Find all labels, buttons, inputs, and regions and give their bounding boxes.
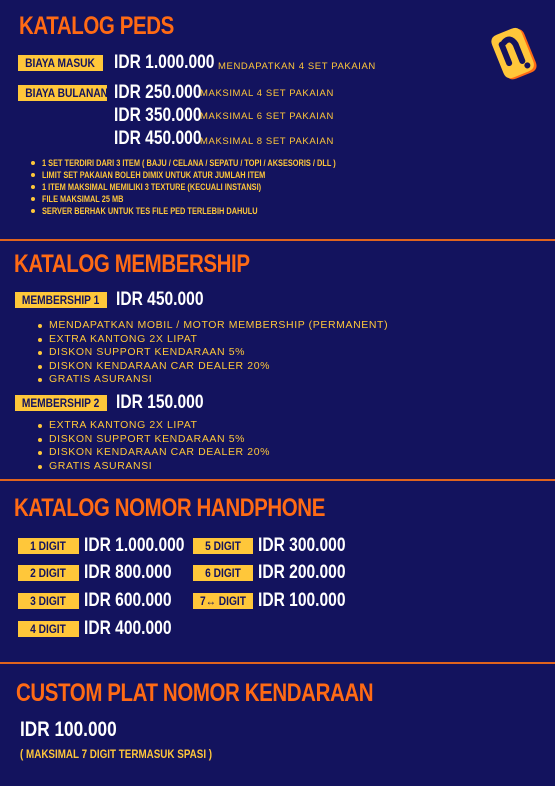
phone-title: KATALOG NOMOR HANDPHONE bbox=[14, 494, 325, 522]
list-item: EXTRA KANTONG 2X LIPAT bbox=[38, 419, 270, 433]
phone-4-digit-badge: 4 DIGIT bbox=[18, 621, 79, 637]
list-item: DISKON KENDARAAN CAR DEALER 20% bbox=[38, 446, 270, 460]
section-divider bbox=[0, 239, 555, 241]
list-item: MENDAPATKAN MOBIL / MOTOR MEMBERSHIP (PE… bbox=[38, 319, 388, 333]
bulanan-tier-2-price: IDR 350.000 bbox=[114, 105, 202, 126]
section-divider bbox=[0, 479, 555, 481]
phone-1-digit-price: IDR 1.000.000 bbox=[84, 535, 185, 556]
list-item: 1 ITEM MAKSIMAL MEMILIKI 3 TEXTURE (KECU… bbox=[31, 181, 400, 193]
biaya-masuk-badge: BIAYA MASUK bbox=[18, 55, 103, 71]
phone-5-digit-price: IDR 300.000 bbox=[258, 535, 346, 556]
bulanan-tier-2-note: MAKSIMAL 6 SET PAKAIAN bbox=[200, 111, 334, 122]
membership-2-badge: MEMBERSHIP 2 bbox=[15, 395, 107, 411]
bulanan-tier-1-note: MAKSIMAL 4 SET PAKAIAN bbox=[200, 88, 334, 99]
list-item: GRATIS ASURANSI bbox=[38, 460, 270, 474]
biaya-bulanan-badge: BIAYA BULANAN bbox=[18, 85, 107, 101]
plate-note: ( MAKSIMAL 7 DIGIT TERMASUK SPASI ) bbox=[20, 747, 213, 761]
membership-title: KATALOG MEMBERSHIP bbox=[14, 250, 250, 278]
bulanan-tier-3-note: MAKSIMAL 8 SET PAKAIAN bbox=[200, 136, 334, 147]
list-item: DISKON KENDARAAN CAR DEALER 20% bbox=[38, 360, 388, 374]
list-item: FILE MAKSIMAL 25 MB bbox=[31, 193, 400, 205]
list-item: SERVER BERHAK UNTUK TES FILE PED TERLEBI… bbox=[31, 205, 400, 217]
brand-logo-icon bbox=[491, 27, 537, 80]
list-item: DISKON SUPPORT KENDARAAN 5% bbox=[38, 433, 270, 447]
phone-7-digit-badge: 7↔ DIGIT bbox=[193, 593, 253, 609]
list-item: DISKON SUPPORT KENDARAAN 5% bbox=[38, 346, 388, 360]
bulanan-tier-1-price: IDR 250.000 bbox=[114, 82, 202, 103]
biaya-masuk-price: IDR 1.000.000 bbox=[114, 52, 215, 73]
list-item: GRATIS ASURANSI bbox=[38, 373, 388, 387]
peds-rules-list: 1 SET TERDIRI DARI 3 ITEM ( BAJU / CELAN… bbox=[31, 157, 400, 217]
membership-1-badge: MEMBERSHIP 1 bbox=[15, 292, 107, 308]
phone-3-digit-price: IDR 600.000 bbox=[84, 590, 172, 611]
phone-1-digit-badge: 1 DIGIT bbox=[18, 538, 79, 554]
list-item: LIMIT SET PAKAIAN BOLEH DIMIX UNTUK ATUR… bbox=[31, 169, 400, 181]
membership-1-price: IDR 450.000 bbox=[116, 289, 204, 310]
plate-price: IDR 100.000 bbox=[20, 718, 117, 741]
phone-6-digit-badge: 6 DIGIT bbox=[193, 565, 253, 581]
bulanan-tier-3-price: IDR 450.000 bbox=[114, 128, 202, 149]
list-item: 1 SET TERDIRI DARI 3 ITEM ( BAJU / CELAN… bbox=[31, 157, 400, 169]
membership-2-price: IDR 150.000 bbox=[116, 392, 204, 413]
phone-4-digit-price: IDR 400.000 bbox=[84, 618, 172, 639]
phone-6-digit-price: IDR 200.000 bbox=[258, 562, 346, 583]
phone-2-digit-price: IDR 800.000 bbox=[84, 562, 172, 583]
peds-title: KATALOG PEDS bbox=[19, 12, 174, 40]
phone-3-digit-badge: 3 DIGIT bbox=[18, 593, 79, 609]
phone-2-digit-badge: 2 DIGIT bbox=[18, 565, 79, 581]
list-item: EXTRA KANTONG 2X LIPAT bbox=[38, 333, 388, 347]
phone-5-digit-badge: 5 DIGIT bbox=[193, 538, 253, 554]
membership-1-benefits: MENDAPATKAN MOBIL / MOTOR MEMBERSHIP (PE… bbox=[38, 319, 388, 387]
membership-2-benefits: EXTRA KANTONG 2X LIPAT DISKON SUPPORT KE… bbox=[38, 419, 270, 473]
plate-title: CUSTOM PLAT NOMOR KENDARAAN bbox=[16, 679, 374, 707]
biaya-masuk-note: MENDAPATKAN 4 SET PAKAIAN bbox=[218, 61, 376, 72]
section-divider bbox=[0, 662, 555, 664]
phone-7-digit-price: IDR 100.000 bbox=[258, 590, 346, 611]
